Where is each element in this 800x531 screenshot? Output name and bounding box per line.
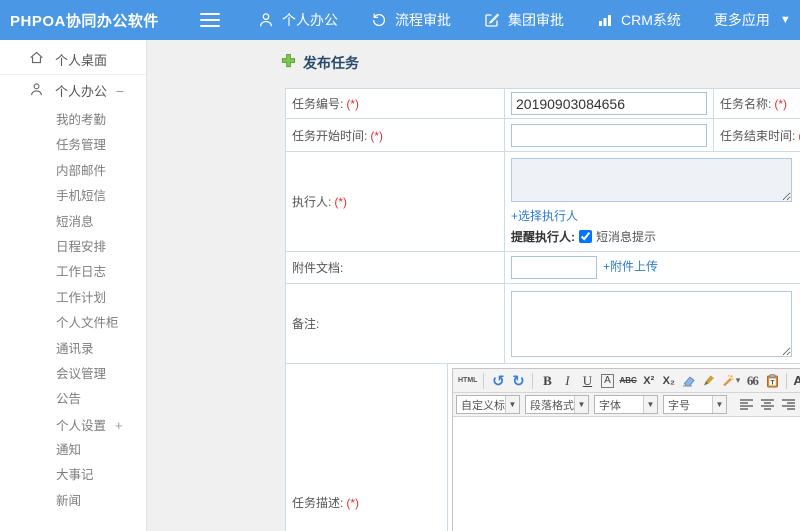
sidebar-item-contacts[interactable]: 通讯录 (0, 337, 146, 362)
attachment-input[interactable] (511, 256, 597, 279)
nav-more-apps[interactable]: 更多应用 ▼ (714, 10, 791, 30)
sidebar-item-internal-mail[interactable]: 内部邮件 (0, 159, 146, 184)
strikethrough-button[interactable]: ABC (617, 371, 638, 390)
task-name-label: 任务名称: (*) (713, 88, 800, 119)
sidebar-item-partial[interactable] (0, 514, 146, 531)
subscript-button[interactable]: X₂ (659, 371, 679, 390)
blockquote-button[interactable]: 66 (742, 371, 762, 390)
html-source-button[interactable]: HTML (456, 371, 479, 390)
sidebar-item-schedule[interactable]: 日程安排 (0, 235, 146, 260)
caret-down-icon: ▼ (712, 396, 726, 413)
eraser-icon[interactable] (679, 371, 699, 390)
sidebar-item-personal-office[interactable]: 个人办公 − (0, 75, 146, 106)
remark-label: 备注: (285, 283, 505, 364)
autotypeset-icon[interactable]: ▾ (719, 371, 743, 390)
bold-button[interactable]: B (537, 371, 557, 390)
sidebar-item-personal-desktop[interactable]: 个人桌面 (0, 44, 146, 75)
underline-button[interactable]: U (577, 371, 597, 390)
executor-label: 执行人: (*) (285, 151, 505, 252)
caret-down-icon: ▾ (735, 375, 741, 385)
custom-title-select[interactable]: 自定义标题▼ (456, 395, 520, 414)
sidebar-item-announcement[interactable]: 公告 (0, 387, 146, 412)
editor-content-area[interactable] (453, 417, 800, 531)
sidebar-item-news[interactable]: 新闻 (0, 489, 146, 514)
caret-down-icon: ▼ (505, 396, 519, 413)
executor-textarea[interactable] (511, 158, 792, 202)
rich-text-editor: HTML ↺ ↻ B I U A ABC X² X₂ ▾ 66 T A 自定义标… (452, 368, 800, 531)
task-number-label: 任务编号: (*) (285, 88, 505, 119)
app-logo: PHPOA协同办公软件 (10, 12, 159, 30)
sidebar-item-work-log[interactable]: 工作日志 (0, 260, 146, 285)
sidebar-item-work-plan[interactable]: 工作计划 (0, 286, 146, 311)
sidebar-submenu: 我的考勤 任务管理 内部邮件 手机短信 短消息 日程安排 工作日志 工作计划 个… (0, 108, 146, 531)
remark-textarea[interactable] (511, 290, 792, 357)
format-brush-icon[interactable] (699, 371, 719, 390)
sidebar: 个人桌面 个人办公 − 我的考勤 任务管理 内部邮件 手机短信 短消息 日程安排… (0, 40, 147, 531)
main-content: 发布任务 任务编号:(*) 任务名称:(*) 任务开始时间:(*) 任务结束时间… (147, 40, 800, 531)
sidebar-item-personal-files[interactable]: 个人文件柜 (0, 311, 146, 336)
paste-text-icon[interactable]: T (762, 371, 782, 390)
attachment-upload-link[interactable]: +附件上传 (603, 260, 658, 274)
topbar: PHPOA协同办公软件 个人办公 流程审批 集团审批 CRM系统 更多应用 ▼ (0, 0, 800, 40)
font-color-button[interactable]: A▾ (791, 371, 800, 390)
align-right-button[interactable] (780, 397, 797, 413)
task-number-input[interactable] (511, 92, 707, 115)
nav-crm-system[interactable]: CRM系统 (597, 10, 681, 30)
sidebar-item-personal-settings[interactable]: 个人设置 + (0, 413, 146, 438)
sidebar-item-short-message[interactable]: 短消息 (0, 210, 146, 235)
attachment-label: 附件文档: (285, 251, 505, 284)
add-plus-icon (281, 53, 296, 73)
publish-task-form: 任务编号:(*) 任务名称:(*) 任务开始时间:(*) 任务结束时间:(*) … (285, 88, 800, 531)
sidebar-item-my-attendance[interactable]: 我的考勤 (0, 108, 146, 133)
undo-button[interactable]: ↺ (488, 371, 508, 390)
font-family-select[interactable]: 字体 ▼ (594, 395, 658, 414)
editor-toolbar-row1: HTML ↺ ↻ B I U A ABC X² X₂ ▾ 66 T A (453, 369, 800, 393)
align-left-button[interactable] (738, 397, 755, 413)
editor-toolbar-row2: 自定义标题▼ 段落格式▼ 字体▼ 字号▼ (453, 393, 800, 417)
caret-down-icon: ▼ (779, 13, 791, 26)
home-icon (29, 50, 44, 68)
page-title: 发布任务 (281, 53, 359, 73)
form-table: 任务编号:(*) 任务名称:(*) 任务开始时间:(*) 任务结束时间:(*) … (285, 88, 800, 364)
sidebar-item-task-management[interactable]: 任务管理 (0, 133, 146, 158)
font-size-select[interactable]: 字号 ▼ (663, 395, 727, 414)
task-description-label: 任务描述: (*) (285, 363, 448, 531)
expand-icon[interactable]: + (115, 418, 123, 433)
italic-button[interactable]: I (557, 371, 577, 390)
end-time-label: 任务结束时间:(*) (713, 118, 800, 152)
collapse-icon[interactable]: − (116, 83, 124, 99)
sidebar-item-notice[interactable]: 通知 (0, 438, 146, 463)
svg-text:T: T (770, 379, 774, 386)
sidebar-item-mobile-sms[interactable]: 手机短信 (0, 184, 146, 209)
sidebar-item-meeting-management[interactable]: 会议管理 (0, 362, 146, 387)
user-icon (258, 12, 274, 28)
sms-remind-label: 短消息提示 (596, 230, 657, 244)
sidebar-item-memorabilia[interactable]: 大事记 (0, 463, 146, 488)
caret-down-icon: ▼ (574, 396, 588, 413)
sms-remind-checkbox[interactable] (579, 230, 592, 243)
top-navigation: 个人办公 流程审批 集团审批 CRM系统 更多应用 ▼ (258, 10, 791, 30)
remind-executor-label: 提醒执行人: (511, 230, 575, 244)
redo-button[interactable]: ↻ (508, 371, 528, 390)
nav-group-approval[interactable]: 集团审批 (484, 10, 564, 30)
caret-down-icon: ▼ (643, 396, 657, 413)
font-border-button[interactable]: A (597, 371, 617, 390)
paragraph-format-select[interactable]: 段落格式 ▼ (525, 395, 589, 414)
superscript-button[interactable]: X² (639, 371, 659, 390)
align-center-button[interactable] (759, 397, 776, 413)
nav-workflow-approval[interactable]: 流程审批 (371, 10, 451, 30)
hamburger-icon[interactable] (200, 13, 220, 27)
start-time-label: 任务开始时间: (*) (285, 118, 505, 152)
description-table: 任务描述: (*) HTML ↺ ↻ B I U A ABC X² X₂ ▾ 6… (285, 363, 800, 531)
choose-executor-link[interactable]: +选择执行人 (511, 209, 578, 223)
bar-chart-icon (597, 12, 613, 28)
start-time-input[interactable] (511, 123, 707, 147)
edit-icon (484, 12, 500, 28)
history-icon (371, 12, 387, 28)
nav-personal-office[interactable]: 个人办公 (258, 10, 338, 30)
user-icon (29, 82, 44, 100)
